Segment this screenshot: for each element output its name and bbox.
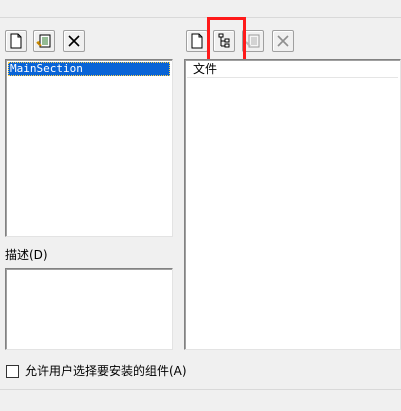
allow-select-label[interactable]: 允许用户选择要安装的组件(A) (25, 364, 187, 378)
description-label: 描述(D) (5, 248, 48, 262)
description-box[interactable] (5, 268, 173, 350)
delete-file-button[interactable] (272, 30, 294, 52)
top-separator (0, 17, 401, 18)
bottom-separator (0, 389, 401, 390)
files-list[interactable]: 文件 (184, 59, 401, 350)
new-file-button[interactable] (186, 30, 208, 52)
sections-list[interactable]: MainSection (5, 59, 173, 237)
list-item-selected[interactable]: MainSection (8, 62, 170, 76)
new-section-button[interactable] (5, 30, 27, 52)
properties-icon (245, 34, 260, 48)
section-properties-button[interactable] (33, 30, 55, 52)
files-column-header[interactable]: 文件 (187, 62, 398, 78)
new-page-icon (191, 33, 203, 49)
delete-icon (68, 35, 80, 47)
new-page-icon (10, 33, 22, 49)
allow-select-checkbox[interactable] (6, 365, 19, 378)
properties-icon (36, 34, 51, 48)
delete-section-button[interactable] (63, 30, 85, 52)
delete-icon (277, 35, 289, 47)
